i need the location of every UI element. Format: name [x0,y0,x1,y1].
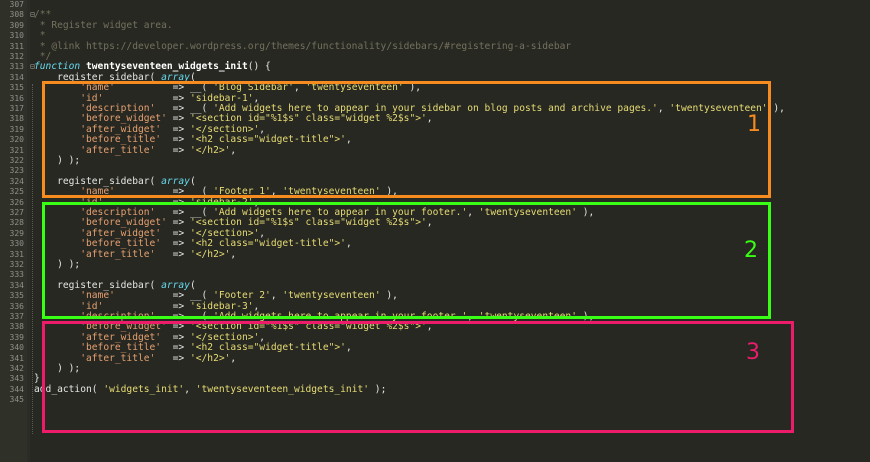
line-number: 314 [9,72,24,82]
highlight-box-2 [42,202,771,319]
line-number: 330 [9,239,24,249]
code-token: twentyseventeen_widgets_init [86,61,248,73]
code-line[interactable]: 311 * @link https://developer.wordpress.… [0,40,870,52]
line-number: 309 [9,20,24,30]
line-number: 342 [9,364,24,373]
line-number: 308 [9,10,24,20]
line-number: 320 [9,135,24,145]
line-number: 333 [9,270,24,280]
line-number: 318 [9,114,24,124]
code-token: * Register widget area. [34,19,173,31]
code-text: * Register widget area. [34,19,173,31]
line-number: 338 [9,322,24,332]
line-number: 322 [9,156,24,165]
line-number: 325 [9,187,24,197]
line-number: 341 [9,353,24,363]
line-number: 328 [9,218,24,228]
line-number: 310 [9,31,24,41]
code-token: } [34,373,40,385]
line-number: 332 [9,260,24,269]
line-number: 319 [9,124,24,134]
line-number: 307 [9,0,24,9]
line-number: 345 [9,395,24,405]
code-token: * [34,30,46,42]
line-number: 331 [9,249,24,259]
line-number: 317 [9,104,24,113]
line-number: 312 [9,52,24,61]
line-number: 334 [9,280,24,290]
line-number: 327 [9,208,24,217]
line-number: 311 [9,41,24,51]
annotation-label-2: 2 [744,238,758,263]
code-editor[interactable]: 307 308 ⊟/** 309 * Register widget area. 310… [0,0,870,462]
code-line[interactable]: 309 * Register widget area. [0,19,870,31]
line-number: 321 [9,145,24,155]
line-number: 316 [9,93,24,103]
line-number: 335 [9,291,24,301]
code-line[interactable]: 307 [0,0,870,10]
code-token: function [34,61,81,73]
line-number: 344 [9,384,24,394]
line-number: 323 [9,166,24,176]
code-token: () { [247,61,271,73]
line-number: 313 [9,62,24,72]
line-number: 315 [9,83,24,93]
line-number: 337 [9,312,24,321]
highlight-box-1 [42,81,771,198]
line-number: 336 [9,301,24,311]
code-token: * @link https://developer.wordpress.org/… [34,40,572,52]
code-text: * @link https://developer.wordpress.org/… [34,40,572,52]
annotation-label-3: 3 [746,340,760,365]
line-number: 324 [9,176,24,186]
line-number: 326 [9,197,24,207]
code-token: /** [34,9,52,21]
line-number: 343 [9,374,24,384]
line-number: 340 [9,343,24,353]
line-number: 329 [9,228,24,238]
highlight-box-3 [42,321,794,433]
line-number: 339 [9,332,24,342]
annotation-label-1: 1 [747,112,761,137]
